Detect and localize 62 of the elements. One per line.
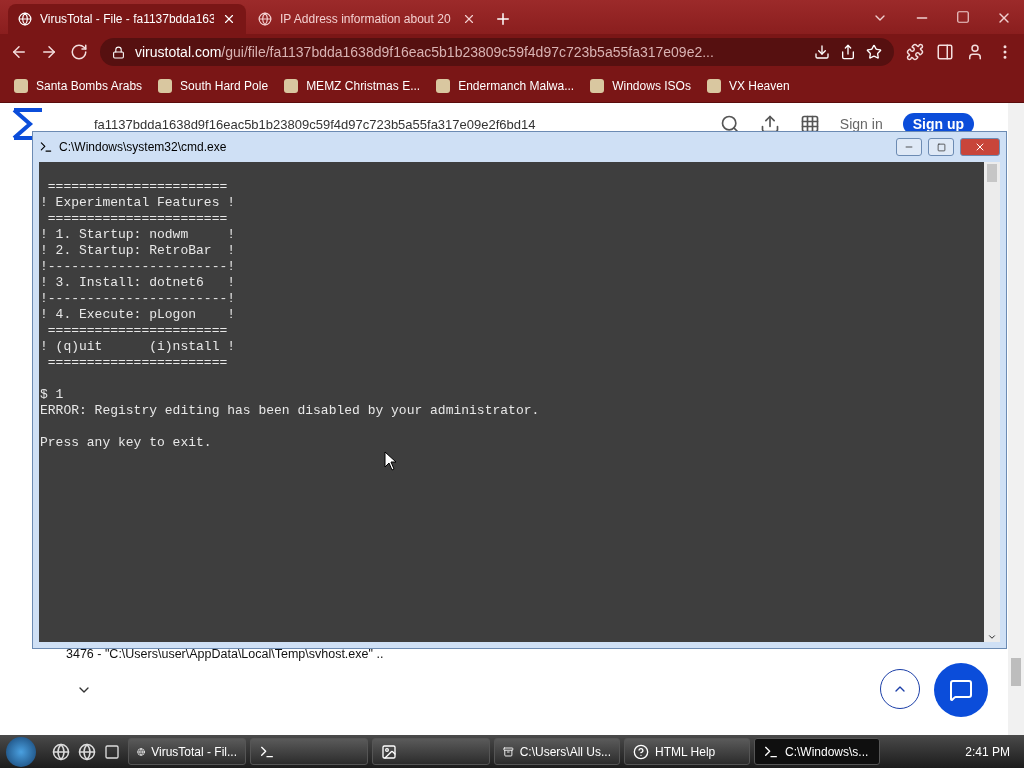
minimize-button[interactable] bbox=[896, 138, 922, 156]
maximize-icon bbox=[936, 142, 946, 152]
sidebar-icon[interactable] bbox=[936, 43, 954, 61]
chat-icon bbox=[949, 678, 973, 702]
globe-icon bbox=[18, 12, 32, 26]
close-icon bbox=[974, 141, 986, 153]
close-icon[interactable] bbox=[462, 12, 476, 26]
puzzle-icon[interactable] bbox=[906, 43, 924, 61]
image-icon bbox=[381, 743, 397, 760]
bookmark-icon bbox=[158, 79, 173, 93]
globe-icon[interactable] bbox=[52, 742, 70, 761]
bookmark-link[interactable]: Endermanch Malwa... bbox=[436, 79, 575, 93]
close-icon[interactable] bbox=[222, 12, 236, 26]
mouse-pointer-icon bbox=[384, 451, 398, 471]
console-output: ======================= ! Experimental Features ! ======================= ! 1. Startup: nodwm ! ! 2. Startup: RetroBar ! !-----------------------! ! 3. Install: dotnet6 ! !-----------------------! ! 4. Execute: pLogon ! ======================= ! (q)uit (i)nstall ! ======================= $ 1 ERROR: Registry editing has been disabled by your administrator. Press any key to exit. bbox=[39, 178, 540, 451]
star-icon[interactable] bbox=[866, 44, 882, 60]
bookmark-icon bbox=[590, 79, 605, 93]
browser-tab[interactable]: IP Address information about 20 bbox=[248, 4, 486, 34]
taskbar-button[interactable]: VirusTotal - Fil... bbox=[128, 738, 246, 765]
console-scrollbar[interactable] bbox=[984, 162, 1000, 642]
scrollbar-thumb[interactable] bbox=[1011, 658, 1021, 686]
bookmark-link[interactable]: Windows ISOs bbox=[590, 79, 691, 93]
terminal-icon bbox=[39, 140, 53, 154]
clock: 2:41 PM bbox=[965, 744, 1011, 759]
chevron-down-icon bbox=[987, 632, 997, 642]
share-icon[interactable] bbox=[840, 44, 856, 60]
taskbar-button[interactable]: C:\Users\All Us... bbox=[494, 738, 620, 765]
window-title: C:\Windows\system32\cmd.exe bbox=[59, 140, 228, 154]
profile-icon[interactable] bbox=[966, 43, 984, 61]
reload-icon[interactable] bbox=[70, 43, 88, 61]
file-hash: fa1137bdda1638d9f16eac5b1b23809c59f4d97c723b5a55fa317e09e2f6bd14 bbox=[93, 116, 537, 132]
bookmark-icon bbox=[14, 79, 28, 93]
chat-button[interactable] bbox=[934, 663, 988, 717]
bookmark-icon bbox=[706, 79, 721, 93]
process-entry: 3476 - "C:\Users\user\AppData\Local\Temp\svhost.exe" .. bbox=[66, 646, 384, 664]
maximize-button[interactable] bbox=[928, 138, 954, 156]
bookmark-link[interactable]: VX Heaven bbox=[706, 79, 790, 93]
bookmark-link[interactable]: South Hard Pole bbox=[158, 79, 269, 93]
back-icon[interactable] bbox=[10, 43, 28, 61]
search-icon[interactable] bbox=[719, 114, 740, 134]
bookmark-icon bbox=[436, 79, 451, 93]
start-button[interactable] bbox=[6, 736, 36, 767]
new-tab-icon[interactable] bbox=[494, 10, 512, 28]
scroll-top-button[interactable] bbox=[880, 669, 920, 709]
address-bar[interactable]: virustotal.com/gui/file/fa1137bdda1638d9f16eac5b1b23809c59f4d97c723b5a55fa317e09e2... bbox=[100, 38, 894, 66]
scrollbar-thumb[interactable] bbox=[987, 164, 997, 182]
close-button[interactable] bbox=[960, 138, 1000, 156]
bookmark-icon bbox=[284, 79, 299, 93]
help-icon bbox=[633, 743, 649, 760]
bookmark-link[interactable]: MEMZ Christmas E... bbox=[284, 79, 421, 93]
download-icon[interactable] bbox=[814, 44, 830, 60]
taskbar-button[interactable]: C:\Windows\s... bbox=[754, 738, 880, 765]
globe-icon bbox=[258, 12, 272, 26]
taskbar-button[interactable]: HTML Help bbox=[624, 738, 750, 765]
maximize-icon[interactable] bbox=[956, 10, 970, 24]
globe-icon[interactable] bbox=[78, 742, 96, 761]
bookmark-link[interactable]: Santa Bombs Arabs bbox=[14, 79, 143, 93]
lock-icon bbox=[112, 45, 125, 59]
taskbar-button[interactable] bbox=[372, 738, 490, 765]
forward-icon[interactable] bbox=[40, 43, 58, 61]
sign-in-link[interactable]: Sign in bbox=[839, 116, 883, 132]
page-scrollbar[interactable] bbox=[1008, 103, 1024, 735]
